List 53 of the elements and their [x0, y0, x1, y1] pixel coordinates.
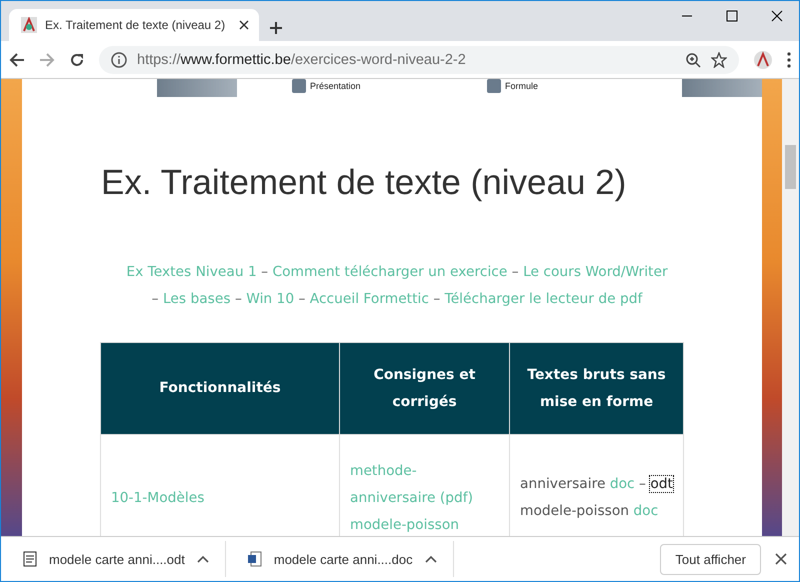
reload-icon[interactable]	[69, 52, 85, 68]
info-icon[interactable]	[111, 52, 127, 68]
nav-link[interactable]: Le cours Word/Writer	[523, 264, 668, 280]
separator-text: –	[433, 291, 440, 307]
close-icon[interactable]	[239, 20, 249, 30]
chevron-up-icon[interactable]	[196, 555, 209, 563]
browser-tab[interactable]: Ex. Traitement de texte (niveau 2)	[9, 9, 259, 41]
link[interactable]: modele-poisson	[350, 512, 499, 536]
nav-link[interactable]: Win 10	[246, 291, 294, 307]
nav-link[interactable]: Comment télécharger un exercice	[272, 264, 508, 280]
separator-text: –	[234, 291, 242, 307]
nav-link[interactable]: Télécharger le lecteur de pdf	[444, 291, 642, 307]
link[interactable]: doc	[610, 476, 635, 492]
nav-link[interactable]: Ex Textes Niveau 1	[126, 264, 257, 280]
show-all-button[interactable]: Tout afficher	[660, 544, 761, 574]
plus-icon[interactable]	[269, 21, 283, 35]
column-header: Consignes et corrigés	[340, 342, 510, 434]
link[interactable]: doc	[633, 503, 658, 519]
column-header: Textes bruts sans mise en forme	[510, 342, 684, 434]
document-icon	[23, 551, 37, 567]
app-icon	[487, 79, 501, 93]
cell-text: odt	[650, 476, 673, 492]
menu-label: Formule	[505, 81, 538, 91]
separator-text: –	[261, 264, 268, 280]
address-bar[interactable]: https://www.formettic.be/exercices-word-niveau-2-2	[99, 46, 739, 74]
zoom-icon[interactable]	[685, 52, 701, 68]
app-icon	[292, 79, 306, 93]
cell-text: modele-poisson	[520, 503, 630, 519]
link[interactable]: 10-1-Modèles	[111, 490, 204, 506]
word-document-icon	[248, 551, 262, 567]
nav-link[interactable]: Les bases	[162, 291, 231, 307]
scrollbar-thumb[interactable]	[785, 145, 796, 189]
separator-text: –	[512, 264, 519, 280]
download-item[interactable]: modele carte anni....doc	[226, 541, 454, 577]
separator-text: –	[298, 291, 306, 307]
profile-avatar-icon[interactable]	[753, 50, 773, 70]
separator-text: –	[152, 291, 159, 307]
back-icon[interactable]	[9, 52, 25, 68]
site-logo-icon	[21, 17, 37, 33]
download-item[interactable]: modele carte anni....odt	[1, 541, 226, 577]
menu-label: Présentation	[310, 81, 361, 91]
star-icon[interactable]	[711, 52, 727, 68]
close-icon[interactable]	[775, 553, 787, 565]
link[interactable]: methode-anniversaire (pdf)	[350, 458, 499, 512]
download-name: modele carte anni....doc	[274, 552, 413, 566]
cell-text: anniversaire	[520, 476, 606, 492]
chevron-up-icon[interactable]	[424, 555, 437, 563]
column-header: Fonctionnalités	[100, 342, 340, 434]
page-title: Ex. Traitement de texte (niveau 2)	[101, 163, 628, 203]
download-name: modele carte anni....odt	[49, 552, 185, 566]
menu-icon[interactable]	[787, 52, 791, 68]
nav-link[interactable]: Accueil Formettic	[310, 291, 429, 307]
cell-text: –	[639, 476, 646, 492]
